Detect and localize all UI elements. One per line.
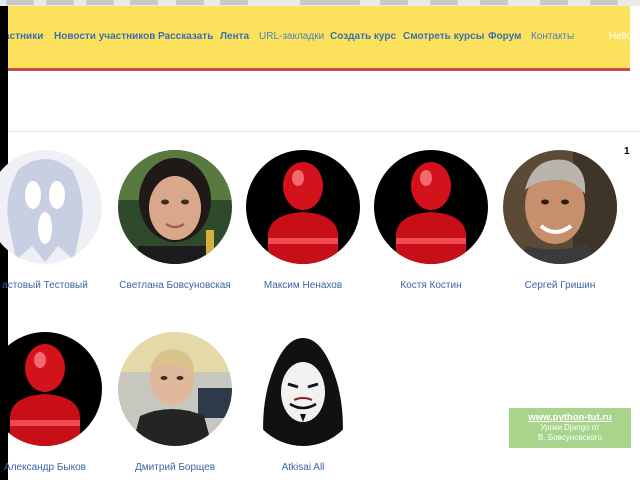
member-card[interactable]: Александр Быков bbox=[0, 332, 105, 473]
member-name[interactable]: Светлана Бовсуновская bbox=[115, 280, 235, 291]
watermark-line1: Уроки Django от bbox=[540, 423, 600, 432]
nav-forum[interactable]: Форум bbox=[488, 31, 521, 42]
red-person-icon bbox=[246, 150, 360, 264]
nav-create-course[interactable]: Создать курс bbox=[330, 31, 396, 42]
nav-feed[interactable]: Лента bbox=[220, 31, 249, 42]
anonymous-mask-icon bbox=[246, 332, 360, 446]
user-photo bbox=[503, 150, 617, 264]
nav-hello-user[interactable]: Hello bbox=[609, 31, 630, 42]
user-photo bbox=[118, 332, 232, 446]
member-name[interactable]: астовый Тестовый bbox=[0, 280, 105, 291]
member-card[interactable]: Дмитрий Борщев bbox=[115, 332, 235, 473]
member-card[interactable]: Светлана Бовсуновская bbox=[115, 150, 235, 291]
member-card[interactable]: Atkisai All bbox=[243, 332, 363, 473]
nav-contacts[interactable]: Контакты bbox=[531, 31, 574, 42]
nav-participants[interactable]: астники bbox=[8, 31, 43, 42]
member-card[interactable]: Костя Костин bbox=[371, 150, 491, 291]
member-name[interactable]: Дмитрий Борщев bbox=[115, 462, 235, 473]
nav-member-news[interactable]: Новости участников bbox=[54, 31, 155, 42]
site-watermark: www.python-tut.ru Уроки Django от В. Бов… bbox=[509, 408, 631, 448]
member-card[interactable]: Максим Ненахов bbox=[243, 150, 363, 291]
member-name[interactable]: Atkisai All bbox=[243, 462, 363, 473]
ghost-mask-icon bbox=[0, 150, 102, 264]
member-name[interactable]: Максим Ненахов bbox=[243, 280, 363, 291]
content-divider bbox=[8, 131, 640, 132]
nav-url-bookmarks[interactable]: URL-закладки bbox=[259, 31, 324, 42]
red-person-icon bbox=[0, 332, 102, 446]
scroll-edge bbox=[630, 6, 640, 72]
red-person-icon bbox=[374, 150, 488, 264]
watermark-line2: В. Бовсуновского bbox=[538, 433, 602, 442]
top-navbar: астники Новости участников Рассказать Ле… bbox=[8, 6, 630, 71]
member-name[interactable]: Сергей Гришин bbox=[500, 280, 620, 291]
watermark-link[interactable]: www.python-tut.ru bbox=[509, 412, 631, 423]
pagination-current[interactable]: 1 bbox=[624, 146, 630, 157]
nav-view-courses[interactable]: Смотреть курсы bbox=[403, 31, 484, 42]
member-name[interactable]: Костя Костин bbox=[371, 280, 491, 291]
member-card[interactable]: астовый Тестовый bbox=[0, 150, 105, 291]
member-name[interactable]: Александр Быков bbox=[0, 462, 105, 473]
user-photo bbox=[118, 150, 232, 264]
nav-tell[interactable]: Рассказать bbox=[158, 31, 213, 42]
member-card[interactable]: Сергей Гришин bbox=[500, 150, 620, 291]
